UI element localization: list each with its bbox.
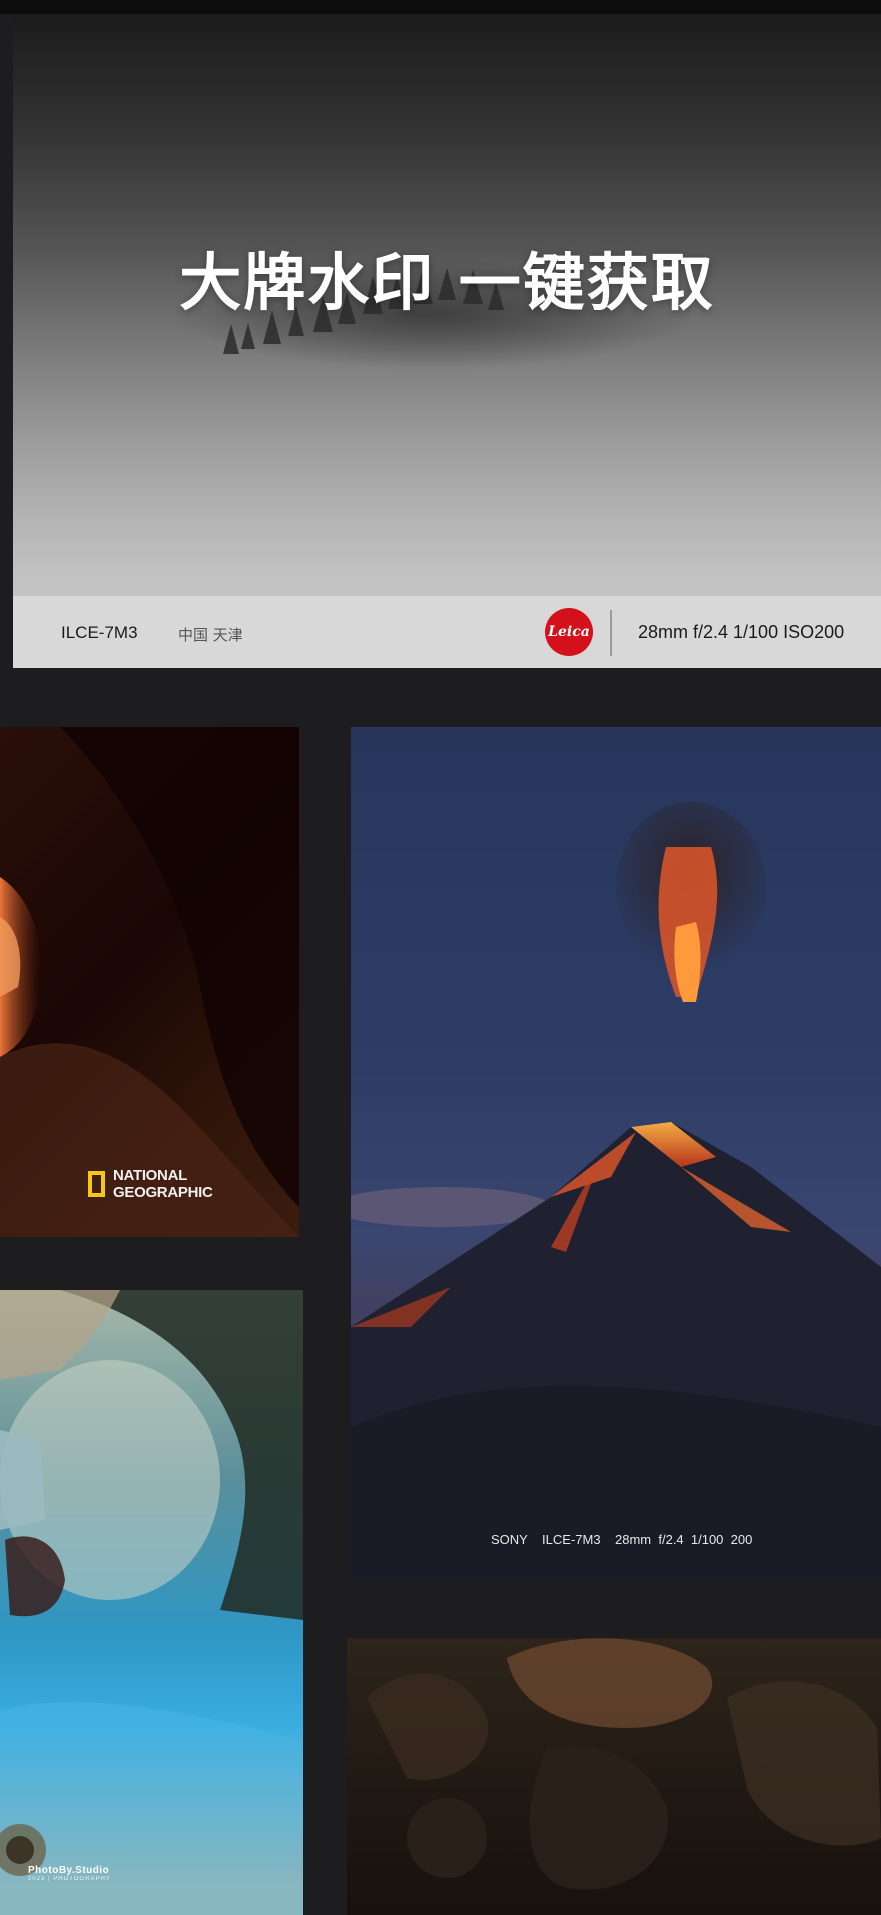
photoby-subtitle: 2023 | PHOTOGRAPHY: [28, 1876, 111, 1882]
camera-model: ILCE-7M3: [61, 623, 138, 642]
bar-divider: [610, 610, 612, 656]
exif-info-bar: ILCE-7M3 中国 天津 Leica 28mm f/2.4 1/100 IS…: [13, 596, 881, 668]
top-edge: [0, 0, 881, 14]
natgeo-line-1: NATIONAL: [113, 1167, 187, 1184]
misty-forest-illustration: [173, 259, 693, 369]
yellow-frame-icon: [88, 1171, 105, 1197]
volcano-photo-card: SONY ILCE-7M3 28mm f/2.4 1/100 200: [351, 727, 881, 1579]
leica-logo-text: Leica: [548, 624, 590, 640]
shot-location: 中国 天津: [178, 626, 243, 644]
watermark-showcase-page: 大牌水印 一键获取 ILCE-7M3 中国 天津 Leica 28mm f/2.…: [0, 0, 881, 1915]
portrait-photo: [0, 1290, 303, 1915]
ornate-carving-photo-card: [347, 1638, 881, 1915]
ornate-carving-photo: [367, 1638, 881, 1890]
volcano-exif-caption: SONY ILCE-7M3 28mm f/2.4 1/100 200: [491, 1532, 753, 1547]
leica-logo-icon: Leica: [545, 608, 593, 656]
national-geographic-logo: NATIONAL GEOGRAPHIC: [88, 1167, 213, 1201]
hero-banner: 大牌水印 一键获取: [13, 14, 881, 668]
hero-title: 大牌水印 一键获取: [179, 246, 715, 319]
exif-params: 28mm f/2.4 1/100 ISO200: [638, 622, 845, 642]
natgeo-line-2: GEOGRAPHIC: [113, 1184, 213, 1201]
volcano-photo: [351, 802, 881, 1579]
photoby-watermark: PhotoBy.Studio 2023 | PHOTOGRAPHY: [28, 1865, 111, 1882]
canyon-photo-card: NATIONAL GEOGRAPHIC: [0, 727, 299, 1237]
portrait-photo-card: PhotoBy.Studio 2023 | PHOTOGRAPHY: [0, 1290, 303, 1915]
photoby-title: PhotoBy.Studio: [28, 1865, 110, 1876]
canyon-photo: [0, 727, 299, 1237]
